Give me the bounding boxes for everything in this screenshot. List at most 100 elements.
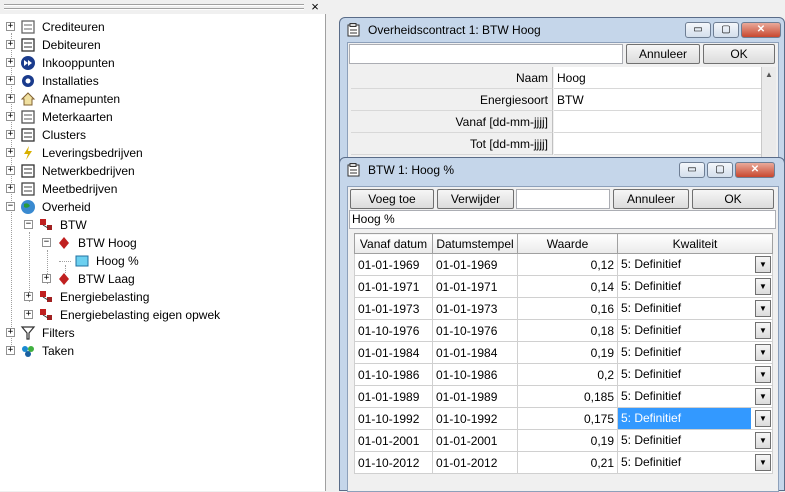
- collapse-icon[interactable]: −: [42, 238, 51, 247]
- btw-window-titlebar[interactable]: BTW 1: Hoog % ▭ ▢ ✕: [340, 158, 784, 184]
- cell-datumstempel[interactable]: 01-01-1984: [432, 341, 518, 364]
- cell-waarde[interactable]: 0,2: [517, 363, 618, 386]
- scroll-up-icon[interactable]: ▲: [762, 67, 776, 83]
- collapse-icon[interactable]: −: [6, 202, 15, 211]
- ok-button[interactable]: OK: [692, 189, 774, 209]
- cell-waarde[interactable]: 0,18: [517, 319, 618, 342]
- expand-icon[interactable]: +: [6, 346, 15, 355]
- cell-waarde[interactable]: 0,19: [517, 429, 618, 452]
- chevron-down-icon[interactable]: ▼: [755, 410, 771, 427]
- expand-icon[interactable]: +: [6, 166, 15, 175]
- tree-item-clusters[interactable]: + Clusters: [0, 126, 320, 144]
- expand-icon[interactable]: +: [6, 58, 15, 67]
- cell-waarde[interactable]: 0,185: [517, 385, 618, 408]
- cell-waarde[interactable]: 0,21: [517, 451, 618, 474]
- property-value-field[interactable]: BTW: [554, 89, 761, 111]
- chevron-down-icon[interactable]: ▼: [755, 256, 771, 273]
- cell-kwaliteit[interactable]: 5: Definitief ▼: [617, 407, 773, 430]
- tree-item-meterkaarten[interactable]: + Meterkaarten: [0, 108, 320, 126]
- minimize-button[interactable]: ▭: [679, 162, 705, 178]
- cell-vanaf-datum[interactable]: 01-01-1973: [354, 297, 433, 320]
- tree-grip[interactable]: [4, 4, 304, 6]
- tree-item-hoog[interactable]: Hoog %: [0, 252, 320, 270]
- tree-item-inkooppunten[interactable]: + Inkooppunten: [0, 54, 320, 72]
- collapse-icon[interactable]: −: [24, 220, 33, 229]
- tree-item-filters[interactable]: + Filters: [0, 324, 320, 342]
- cell-waarde[interactable]: 0,16: [517, 297, 618, 320]
- cell-kwaliteit[interactable]: 5: Definitief ▼: [617, 429, 773, 452]
- table-row[interactable]: 01-01-2001 01-01-2001 0,19 5: Definitief…: [354, 429, 773, 452]
- cell-kwaliteit[interactable]: 5: Definitief ▼: [617, 363, 773, 386]
- contract-window-titlebar[interactable]: Overheidscontract 1: BTW Hoog ▭ ▢ ✕: [340, 18, 784, 44]
- cell-kwaliteit[interactable]: 5: Definitief ▼: [617, 451, 773, 474]
- add-button[interactable]: Voeg toe: [350, 189, 434, 209]
- column-header-datumstempel[interactable]: Datumstempel: [432, 233, 518, 254]
- chevron-down-icon[interactable]: ▼: [755, 388, 771, 405]
- cell-datumstempel[interactable]: 01-01-1971: [432, 275, 518, 298]
- table-row[interactable]: 01-10-1976 01-10-1976 0,18 5: Definitief…: [354, 319, 773, 342]
- cell-vanaf-datum[interactable]: 01-01-2001: [354, 429, 433, 452]
- chevron-down-icon[interactable]: ▼: [755, 300, 771, 317]
- tree-item-btw-hoog[interactable]: − BTW Hoog: [0, 234, 320, 252]
- tree-item-netwerkbedrijven[interactable]: + Netwerkbedrijven: [0, 162, 320, 180]
- cell-datumstempel[interactable]: 01-10-1992: [432, 407, 518, 430]
- expand-icon[interactable]: +: [24, 310, 33, 319]
- cell-waarde[interactable]: 0,14: [517, 275, 618, 298]
- tree-item-taken[interactable]: + Taken: [0, 342, 320, 360]
- name-field[interactable]: Hoog %: [349, 210, 776, 229]
- table-row[interactable]: 01-10-2012 01-01-2012 0,21 5: Definitief…: [354, 451, 773, 474]
- cell-datumstempel[interactable]: 01-01-1969: [432, 253, 518, 276]
- table-row[interactable]: 01-10-1986 01-10-1986 0,2 5: Definitief …: [354, 363, 773, 386]
- expand-icon[interactable]: +: [6, 40, 15, 49]
- cell-datumstempel[interactable]: 01-10-1976: [432, 319, 518, 342]
- navigation-tree[interactable]: × + Crediteuren + Debiteuren + Inkooppunten + I…: [0, 0, 326, 491]
- tree-grip[interactable]: [4, 8, 304, 10]
- cell-datumstempel[interactable]: 01-01-1973: [432, 297, 518, 320]
- chevron-down-icon[interactable]: ▼: [755, 278, 771, 295]
- table-row[interactable]: 01-01-1989 01-01-1989 0,185 5: Definitie…: [354, 385, 773, 408]
- cell-vanaf-datum[interactable]: 01-01-1969: [354, 253, 433, 276]
- kwaliteit-select-value[interactable]: 5: Definitief: [618, 276, 751, 297]
- expand-icon[interactable]: +: [42, 274, 51, 283]
- property-value-field[interactable]: [554, 133, 761, 155]
- minimize-button[interactable]: ▭: [685, 22, 711, 38]
- tree-item-btw-laag[interactable]: + BTW Laag: [0, 270, 320, 288]
- maximize-button[interactable]: ▢: [713, 22, 739, 38]
- expand-icon[interactable]: +: [6, 328, 15, 337]
- table-row[interactable]: 01-01-1971 01-01-1971 0,14 5: Definitief…: [354, 275, 773, 298]
- expand-icon[interactable]: +: [6, 22, 15, 31]
- tree-item-leveringsbedrijven[interactable]: + Leveringsbedrijven: [0, 144, 320, 162]
- kwaliteit-select-value[interactable]: 5: Definitief: [618, 452, 751, 473]
- property-value-field[interactable]: Hoog: [554, 67, 761, 89]
- kwaliteit-select-value[interactable]: 5: Definitief: [618, 342, 751, 363]
- cell-vanaf-datum[interactable]: 01-10-1976: [354, 319, 433, 342]
- cancel-button[interactable]: Annuleer: [626, 44, 700, 64]
- chevron-down-icon[interactable]: ▼: [755, 344, 771, 361]
- close-button[interactable]: ✕: [735, 162, 775, 178]
- tree-item-energiebelasting-eigen-opwek[interactable]: + Energiebelasting eigen opwek: [0, 306, 320, 324]
- cell-vanaf-datum[interactable]: 01-01-1989: [354, 385, 433, 408]
- cell-kwaliteit[interactable]: 5: Definitief ▼: [617, 297, 773, 320]
- cell-vanaf-datum[interactable]: 01-10-1992: [354, 407, 433, 430]
- expand-icon[interactable]: +: [24, 292, 33, 301]
- close-button[interactable]: ✕: [741, 22, 781, 38]
- cell-datumstempel[interactable]: 01-10-1986: [432, 363, 518, 386]
- maximize-button[interactable]: ▢: [707, 162, 733, 178]
- expand-icon[interactable]: +: [6, 184, 15, 193]
- cell-vanaf-datum[interactable]: 01-01-1984: [354, 341, 433, 364]
- kwaliteit-select-value[interactable]: 5: Definitief: [618, 408, 751, 429]
- cell-datumstempel[interactable]: 01-01-2001: [432, 429, 518, 452]
- cell-vanaf-datum[interactable]: 01-10-1986: [354, 363, 433, 386]
- tree-item-afnamepunten[interactable]: + Afnamepunten: [0, 90, 320, 108]
- table-row[interactable]: 01-10-1992 01-10-1992 0,175 5: Definitie…: [354, 407, 773, 430]
- cancel-button[interactable]: Annuleer: [613, 189, 689, 209]
- expand-icon[interactable]: +: [6, 130, 15, 139]
- property-value-field[interactable]: [554, 111, 761, 133]
- chevron-down-icon[interactable]: ▼: [755, 322, 771, 339]
- cell-vanaf-datum[interactable]: 01-10-2012: [354, 451, 433, 474]
- expand-icon[interactable]: +: [6, 148, 15, 157]
- tree-item-energiebelasting[interactable]: + Energiebelasting: [0, 288, 320, 306]
- kwaliteit-select-value[interactable]: 5: Definitief: [618, 364, 751, 385]
- chevron-down-icon[interactable]: ▼: [755, 366, 771, 383]
- remove-button[interactable]: Verwijder: [437, 189, 514, 209]
